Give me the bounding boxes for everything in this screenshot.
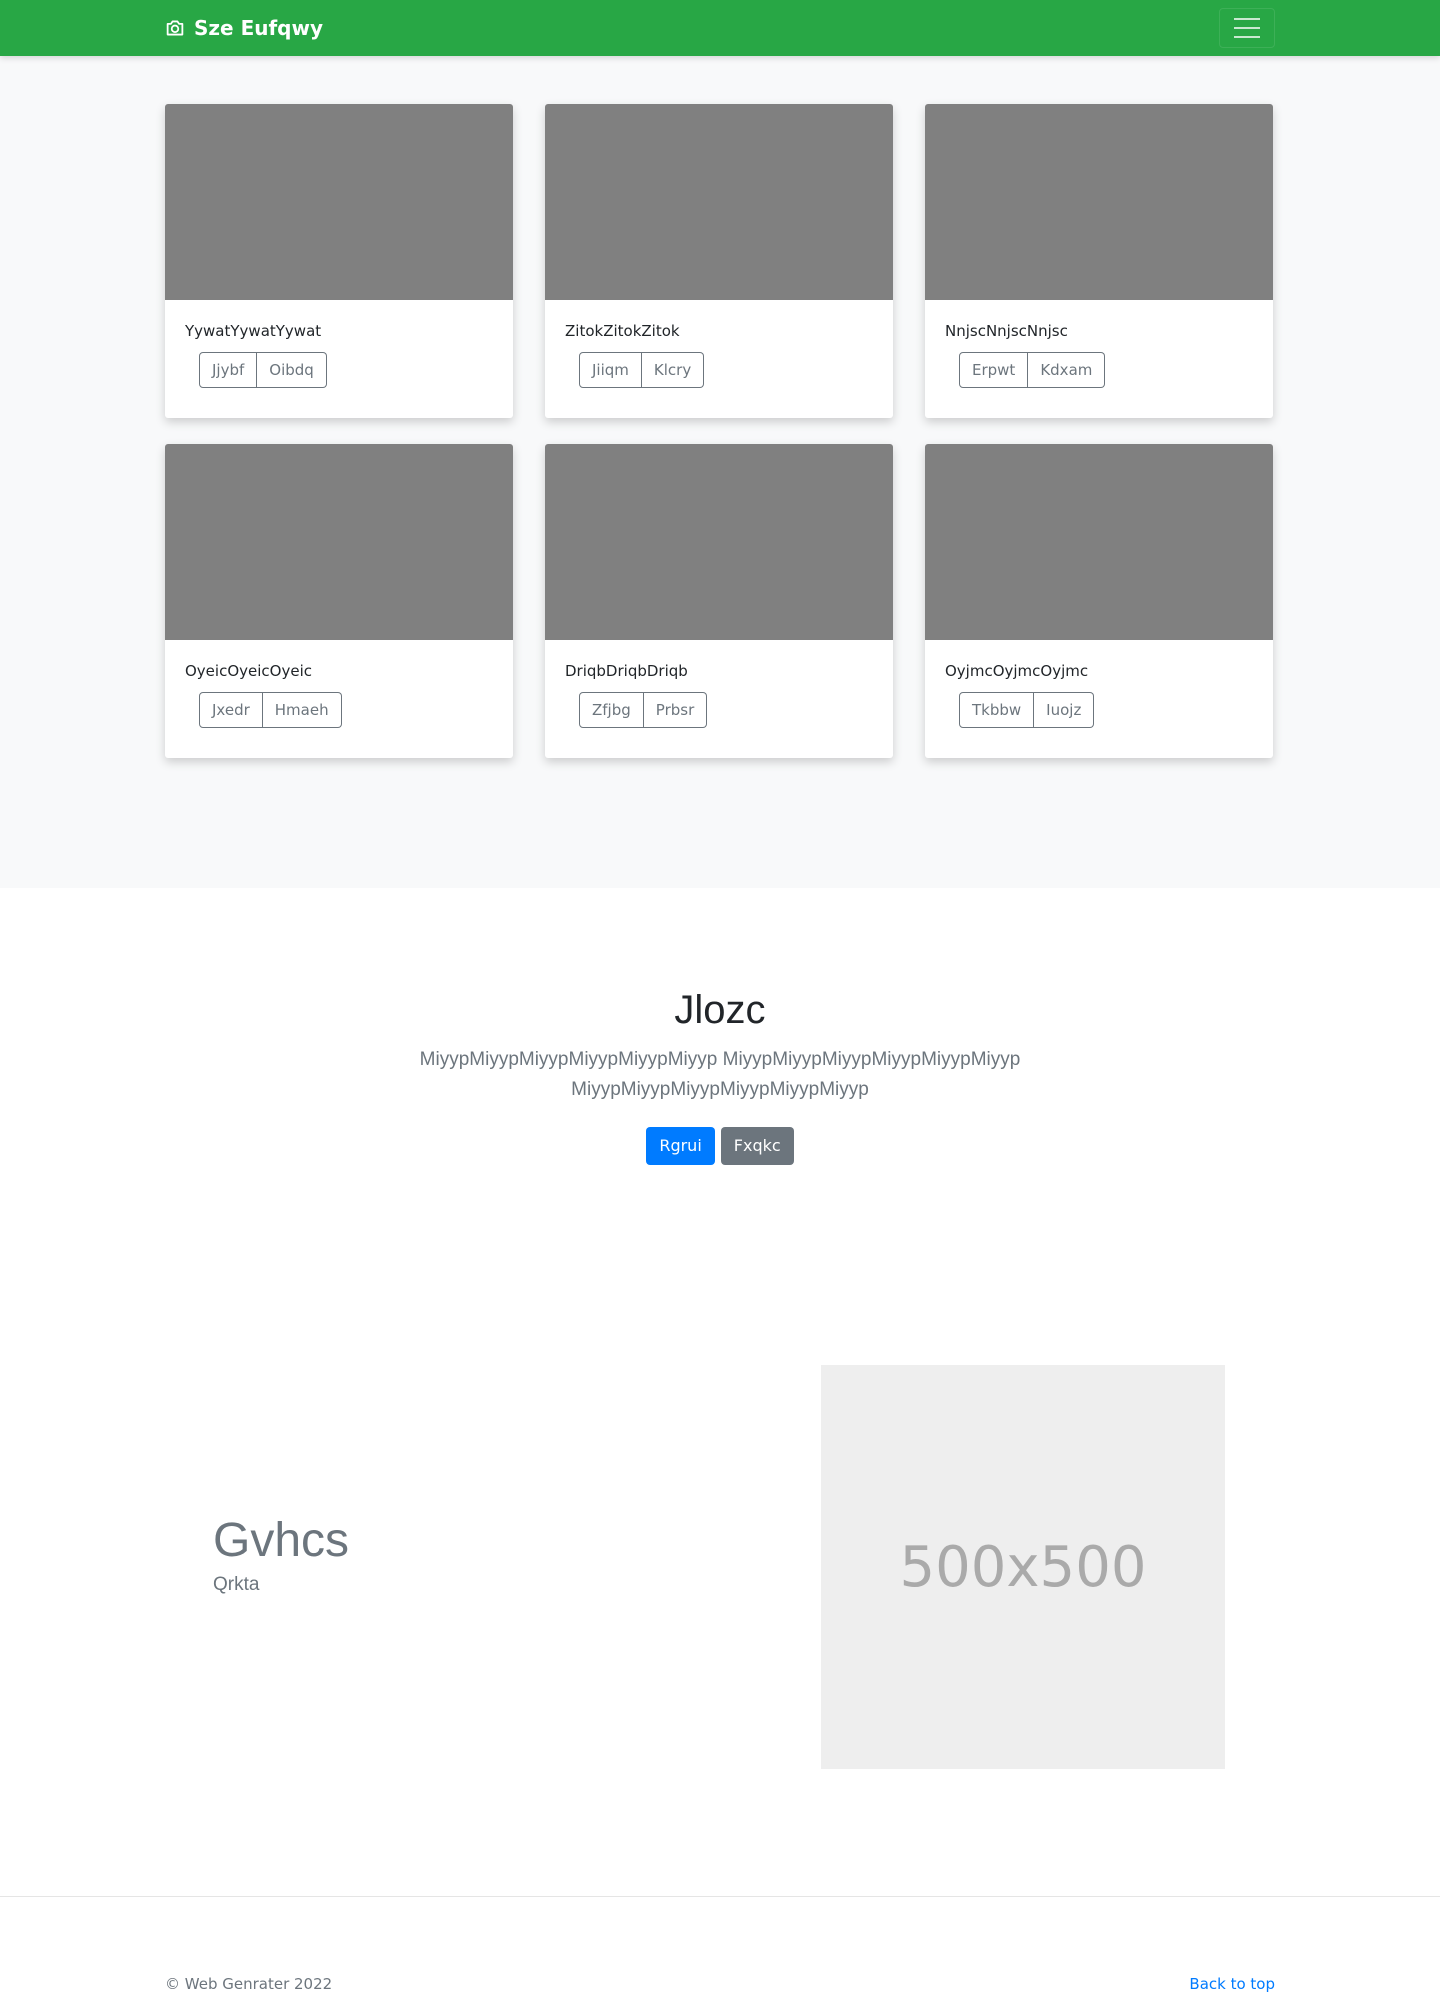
card-button[interactable]: Jjybf — [199, 352, 258, 388]
back-to-top-link[interactable]: Back to top — [1189, 1975, 1275, 1993]
card-image-placeholder — [165, 104, 513, 300]
card-image-placeholder — [165, 444, 513, 640]
card-button[interactable]: Iuojz — [1034, 692, 1095, 728]
navbar-toggle-button[interactable] — [1219, 8, 1275, 48]
card-text: OyjmcOyjmcOyjmc — [945, 662, 1089, 680]
jumbotron: Jlozc MiyypMiyypMiyypMiyypMiyypMiyyp Miy… — [0, 888, 1440, 1268]
featurette-text: Gvhcs Qrkta — [213, 1513, 349, 1596]
hamburger-icon-bar — [1234, 36, 1260, 38]
card-button[interactable]: Tkbbw — [959, 692, 1035, 728]
navbar: Sze Eufqwy — [0, 0, 1440, 56]
card-button[interactable]: Zfjbg — [579, 692, 644, 728]
album-section: YywatYywatYywat Jjybf Oibdq ZitokZitokZi… — [0, 56, 1440, 888]
card-button[interactable]: Jiiqm — [579, 352, 642, 388]
hamburger-icon-bar — [1234, 18, 1260, 20]
card-image-placeholder — [545, 104, 893, 300]
featurette: Gvhcs Qrkta 500x500 — [165, 1268, 1275, 1896]
primary-button[interactable]: Rgrui — [646, 1127, 715, 1165]
footer: © Web Genrater 2022 Back to top — [165, 1897, 1275, 2007]
featurette-subheading: Qrkta — [213, 1574, 260, 1595]
secondary-button[interactable]: Fxqkc — [720, 1127, 794, 1165]
card-image-placeholder — [925, 104, 1273, 300]
card-button-group: Erpwt Kdxam — [959, 352, 1106, 388]
featurette-heading: Gvhcs — [213, 1514, 350, 1567]
card-text: ZitokZitokZitok — [565, 322, 680, 340]
card: OyjmcOyjmcOyjmc Tkbbw Iuojz — [925, 444, 1273, 758]
camera-icon — [166, 20, 184, 36]
card-button[interactable]: Hmaeh — [262, 692, 342, 728]
card-button[interactable]: Prbsr — [643, 692, 708, 728]
card-button-group: Jxedr Hmaeh — [199, 692, 342, 728]
card-button[interactable]: Kdxam — [1028, 352, 1106, 388]
jumbotron-lead: MiyypMiyypMiyypMiyypMiyypMiyyp MiyypMiyy… — [419, 1049, 1021, 1100]
card-text: NnjscNnjscNnjsc — [945, 322, 1068, 340]
featurette-image-placeholder: 500x500 — [821, 1365, 1225, 1769]
card-text: OyeicOyeicOyeic — [185, 662, 312, 680]
brand-link[interactable]: Sze Eufqwy — [165, 16, 323, 40]
card-button-group: Jiiqm Klcry — [579, 352, 705, 388]
card: YywatYywatYywat Jjybf Oibdq — [165, 104, 513, 418]
card-image-placeholder — [925, 444, 1273, 640]
card: NnjscNnjscNnjsc Erpwt Kdxam — [925, 104, 1273, 418]
card-grid: YywatYywatYywat Jjybf Oibdq ZitokZitokZi… — [165, 104, 1275, 758]
brand-name: Sze Eufqwy — [194, 16, 324, 40]
card-button-group: Jjybf Oibdq — [199, 352, 327, 388]
card-text: YywatYywatYywat — [185, 322, 322, 340]
card-button[interactable]: Klcry — [641, 352, 705, 388]
card-button[interactable]: Oibdq — [257, 352, 327, 388]
card-image-placeholder — [545, 444, 893, 640]
card-button[interactable]: Jxedr — [199, 692, 263, 728]
card-button[interactable]: Erpwt — [959, 352, 1029, 388]
hamburger-icon-bar — [1234, 27, 1260, 29]
card-text: DriqbDriqbDriqb — [565, 662, 688, 680]
jumbotron-title: Jlozc — [674, 988, 766, 1032]
card-button-group: Tkbbw Iuojz — [959, 692, 1095, 728]
card: DriqbDriqbDriqb Zfjbg Prbsr — [545, 444, 893, 758]
jumbotron-actions: Rgrui Fxqkc — [0, 1127, 1440, 1165]
card: OyeicOyeicOyeic Jxedr Hmaeh — [165, 444, 513, 758]
card-button-group: Zfjbg Prbsr — [579, 692, 708, 728]
card: ZitokZitokZitok Jiiqm Klcry — [545, 104, 893, 418]
copyright-text: © Web Genrater 2022 — [165, 1975, 333, 1993]
